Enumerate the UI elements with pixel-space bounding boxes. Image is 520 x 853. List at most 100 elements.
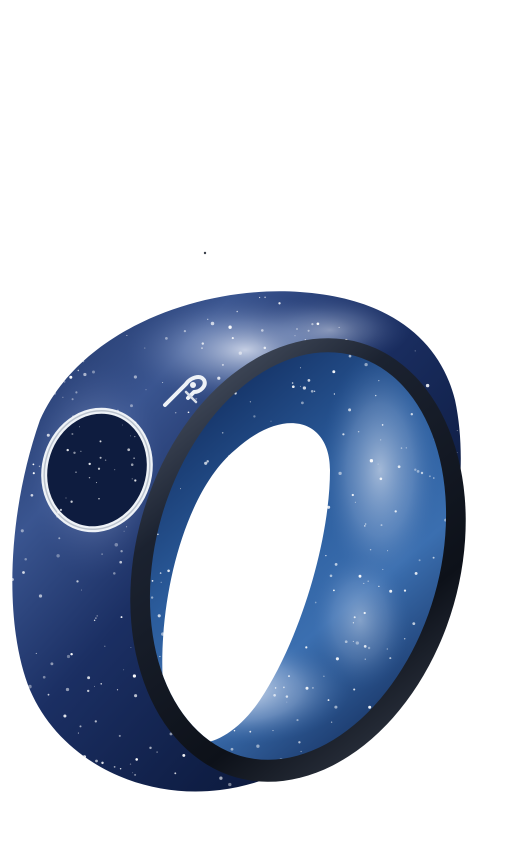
glitter-star (17, 380, 20, 383)
glitter-star (182, 753, 186, 757)
glitter-star (263, 687, 265, 689)
glitter-star (133, 375, 137, 379)
glitter-star (113, 766, 116, 768)
glitter-star (433, 477, 435, 479)
glitter-star (15, 299, 18, 302)
glitter-star (296, 328, 298, 330)
glitter-star (410, 413, 413, 416)
glitter-star (380, 524, 383, 527)
glitter-star (286, 701, 288, 703)
glitter-star (76, 580, 79, 583)
glitter-star (101, 761, 104, 765)
glitter-star (311, 288, 312, 289)
glitter-star (211, 554, 215, 558)
glitter-star (46, 433, 50, 437)
glitter-star (80, 589, 83, 591)
glitter-star (226, 720, 230, 724)
glitter-star (378, 585, 380, 588)
glitter-star (445, 343, 448, 345)
glitter-star (274, 444, 277, 446)
glitter-star (245, 680, 249, 684)
glitter-star (32, 472, 35, 475)
glitter-star (255, 579, 257, 580)
glitter-star (418, 559, 421, 562)
glitter-star (394, 510, 397, 513)
glitter-star (208, 706, 211, 710)
glitter-star (134, 773, 137, 776)
glitter-star (157, 614, 161, 618)
glitter-star (211, 651, 213, 653)
glitter-star (95, 775, 98, 778)
glitter-star (253, 415, 256, 418)
glitter-star (348, 408, 352, 412)
glitter-star (298, 509, 301, 512)
photo-canvas (0, 0, 520, 853)
glitter-star (414, 350, 416, 352)
glitter-star (80, 450, 82, 452)
glitter-star (300, 750, 302, 753)
glitter-star (116, 689, 119, 691)
glitter-star (126, 526, 128, 528)
glitter-star (460, 287, 461, 288)
glitter-star (329, 574, 333, 578)
glitter-star (321, 538, 322, 540)
glitter-star (156, 751, 158, 753)
glitter-star (249, 598, 253, 602)
glitter-star (65, 687, 70, 692)
glitter-star (180, 488, 181, 490)
glitter-star (363, 582, 365, 584)
glitter-star (332, 370, 336, 374)
glitter-star (233, 729, 236, 732)
glitter-star (79, 725, 82, 728)
glitter-star (316, 322, 320, 326)
glitter-star (357, 430, 360, 433)
glitter-star (12, 383, 14, 385)
glitter-star (279, 545, 283, 549)
glitter-star (303, 523, 306, 527)
glitter-star (203, 489, 207, 493)
glitter-star (369, 459, 374, 463)
glitter-star (150, 596, 154, 599)
glitter-star (305, 646, 308, 649)
glitter-star (405, 447, 407, 449)
glitter-star (39, 313, 42, 316)
glitter-star (410, 704, 413, 706)
glitter-star (309, 461, 312, 463)
glitter-star (317, 475, 321, 478)
glitter-star (458, 785, 461, 788)
glitter-star (70, 652, 73, 656)
glitter-star (201, 291, 204, 293)
glitter-star (363, 645, 367, 648)
glitter-star (307, 329, 310, 332)
glitter-star (264, 296, 266, 299)
glitter-star (98, 498, 100, 500)
glitter-star (113, 572, 116, 575)
glitter-star (57, 511, 60, 514)
glitter-star (351, 764, 354, 767)
glitter-star (257, 539, 261, 542)
glitter-star (465, 761, 467, 763)
glitter-star (207, 318, 209, 320)
glitter-star (52, 774, 56, 778)
glitter-star (35, 414, 38, 418)
glitter-star (443, 752, 447, 756)
glitter-star (19, 362, 23, 366)
glitter-star (94, 685, 95, 687)
glitter-star (432, 556, 435, 559)
glitter-star (170, 684, 173, 687)
glitter-star (87, 676, 91, 680)
glitter-star (333, 393, 336, 395)
glitter-star (228, 454, 232, 459)
glitter-star (130, 435, 132, 437)
glitter-star (151, 580, 154, 582)
glitter-star (18, 457, 20, 459)
glitter-star (228, 325, 232, 329)
glitter-star (206, 584, 210, 588)
glitter-star (412, 622, 416, 626)
glitter-star (303, 564, 307, 568)
glitter-star (12, 578, 14, 581)
glitter-star (207, 675, 210, 678)
glitter-star (333, 291, 335, 294)
glitter-star (433, 678, 436, 682)
glitter-star (201, 342, 205, 345)
